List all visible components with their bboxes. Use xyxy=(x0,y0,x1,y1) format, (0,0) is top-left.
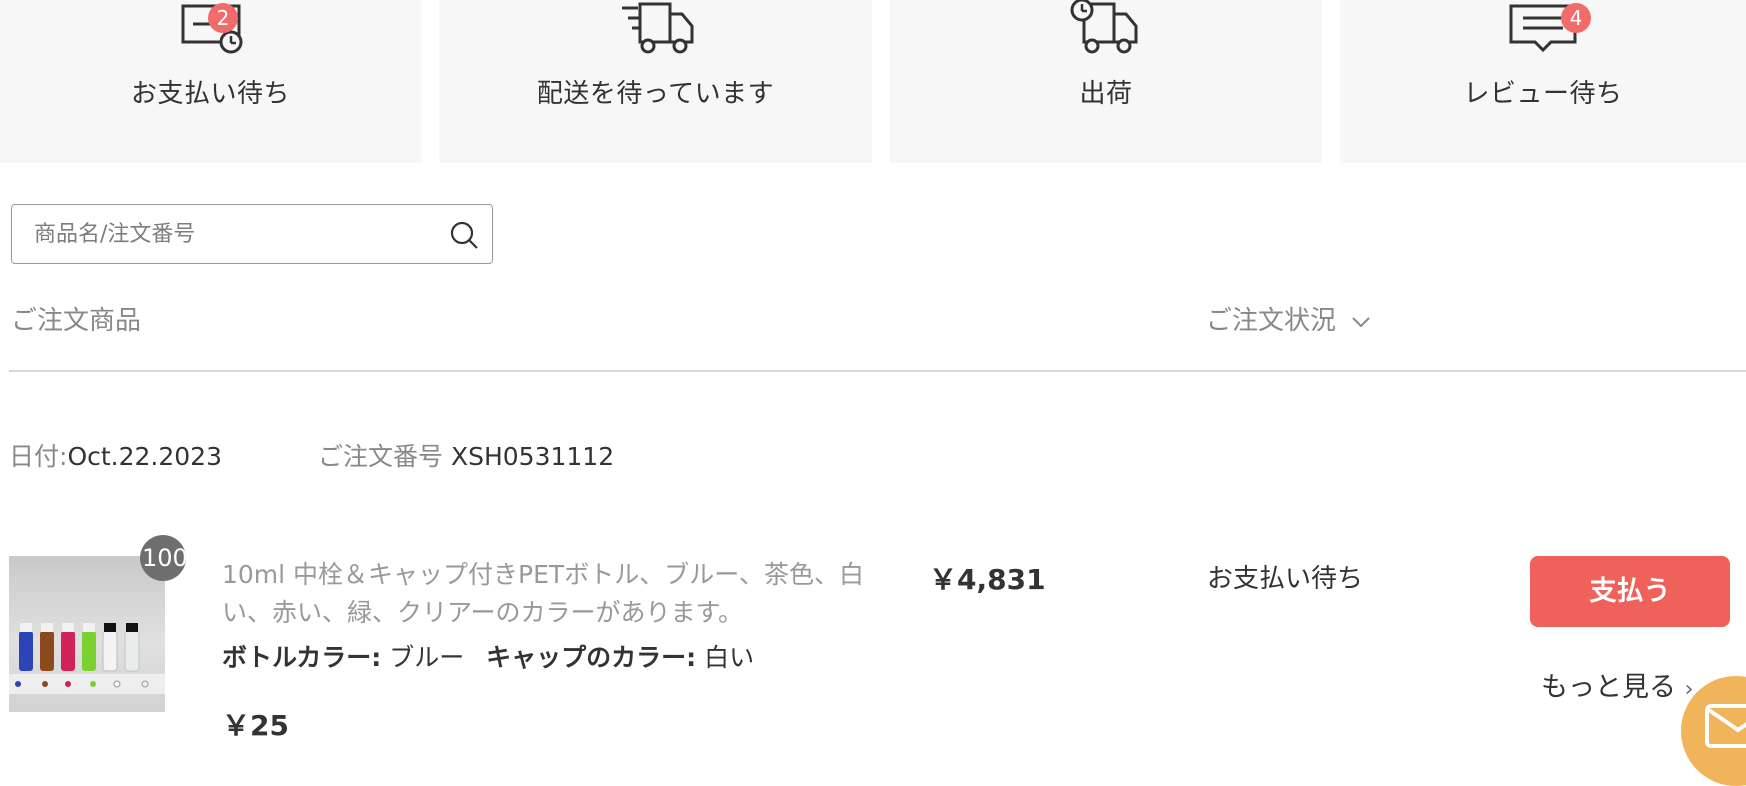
order-date-label: 日付: xyxy=(9,442,68,471)
awaiting-review-badge: 4 xyxy=(1561,3,1591,33)
delivery-truck-icon xyxy=(621,2,693,54)
more-link-label: もっと見る xyxy=(1541,672,1676,703)
product-bottles-image xyxy=(9,623,165,694)
unit-price: ￥25 xyxy=(222,709,289,742)
order-status: お支払い待ち xyxy=(1207,564,1364,594)
mail-icon xyxy=(1705,704,1746,748)
status-tab-label: 出荷 xyxy=(1079,79,1133,109)
status-tab-pending-payment[interactable]: 2 お支払い待ち xyxy=(0,0,421,163)
bottle-color-label: ボトルカラー: xyxy=(222,643,382,672)
status-tab-awaiting-delivery[interactable]: 配送を待っています xyxy=(439,0,872,163)
status-tab-label: お支払い待ち xyxy=(130,79,290,109)
bottle-color-value: ブルー xyxy=(389,643,465,672)
order-number-value: XSH0531112 xyxy=(450,442,615,471)
header-divider xyxy=(9,370,1746,372)
column-header-product: ご注文商品 xyxy=(11,306,142,336)
search-box xyxy=(11,204,493,264)
order-number: ご注文番号 XSH0531112 xyxy=(318,437,614,473)
search-input[interactable] xyxy=(32,215,436,253)
pay-button[interactable]: 支払う xyxy=(1530,556,1730,627)
cap-color-label: キャップのカラー: xyxy=(486,643,697,672)
product-thumbnail[interactable] xyxy=(9,556,165,712)
order-date: 日付:Oct.22.2023 xyxy=(9,437,222,473)
search-icon[interactable] xyxy=(448,219,480,251)
order-status-filter[interactable]: ご注文状況 xyxy=(1206,300,1372,337)
column-header-status: ご注文状況 xyxy=(1206,306,1337,336)
status-tab-label: レビュー待ち xyxy=(1463,79,1623,109)
status-tab-shipped[interactable]: 出荷 xyxy=(890,0,1322,163)
shipped-truck-icon xyxy=(1070,0,1138,54)
order-date-value: Oct.22.2023 xyxy=(67,442,222,471)
status-tab-awaiting-review[interactable]: 4 レビュー待ち xyxy=(1340,0,1746,163)
product-spec: ボトルカラー: ブルー キャップのカラー: 白い xyxy=(222,638,754,674)
order-number-label: ご注文番号 xyxy=(318,442,444,471)
product-title[interactable]: 10ml 中栓＆キャップ付きPETボトル、ブルー、茶色、白い、赤い、緑、クリアー… xyxy=(222,556,902,632)
quantity-badge: 100 xyxy=(140,535,186,581)
cap-color-value: 白い xyxy=(704,643,755,672)
pending-payment-badge: 2 xyxy=(208,3,238,33)
chevron-down-icon xyxy=(1352,317,1370,328)
order-total: ￥4,831 xyxy=(929,563,1046,596)
more-link[interactable]: もっと見る › xyxy=(1541,665,1693,704)
status-tab-label: 配送を待っています xyxy=(536,79,775,109)
